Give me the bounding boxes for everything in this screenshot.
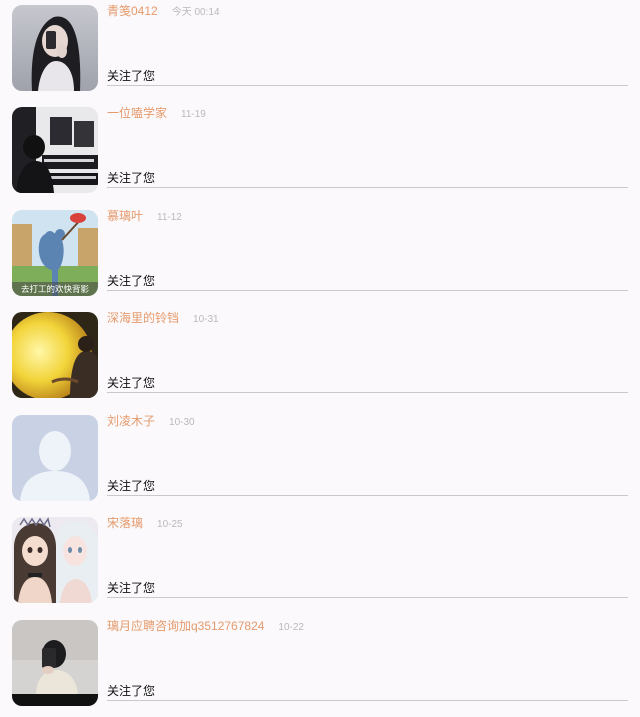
notification-item[interactable]: 宋落璃 10-25 关注了您 — [0, 512, 640, 614]
moon-illustration-icon[interactable] — [12, 312, 98, 398]
username-text[interactable]: 宋落璃 — [107, 516, 143, 530]
timestamp: 10-25 — [157, 519, 183, 530]
username[interactable]: 慕璃叶 11-12 — [107, 208, 182, 226]
music-studio-photo-icon[interactable] — [12, 107, 98, 193]
notification-item[interactable]: 一位嗑学家 11-19 关注了您 — [0, 102, 640, 204]
username-text[interactable]: 慕璃叶 — [107, 209, 143, 223]
divider — [107, 290, 628, 291]
cartoon-cat-icon[interactable]: 去打工的欢快背影 — [12, 210, 98, 296]
follow-action-text: 关注了您 — [107, 684, 156, 698]
username[interactable]: 宋落璃 10-25 — [107, 515, 183, 533]
notification-list: 青笺0412 今天 00:14 关注了您 一位嗑学家 11-19 关注了您 去打… — [0, 0, 640, 709]
notification-item[interactable]: 深海里的铃铛 10-31 关注了您 — [0, 307, 640, 409]
username[interactable]: 一位嗑学家 11-19 — [107, 105, 206, 123]
username[interactable]: 青笺0412 今天 00:14 — [107, 3, 220, 21]
selfie-photo-icon[interactable] — [12, 5, 98, 91]
notification-item[interactable]: 刘凌木子 10-30 关注了您 — [0, 410, 640, 512]
follow-action-text: 关注了您 — [107, 69, 156, 83]
notification-item[interactable]: 璃月应聘咨询加q3512767824 10-22 关注了您 — [0, 615, 640, 717]
mirror-selfie-icon[interactable] — [12, 620, 98, 706]
divider — [107, 85, 628, 86]
username[interactable]: 深海里的铃铛 10-31 — [107, 310, 219, 328]
divider — [107, 392, 628, 393]
follow-action-text: 关注了您 — [107, 274, 156, 288]
default-user-icon[interactable] — [12, 415, 98, 501]
timestamp: 今天 00:14 — [171, 7, 220, 18]
anime-girls-icon[interactable] — [12, 517, 98, 603]
divider — [107, 597, 628, 598]
follow-action-text: 关注了您 — [107, 479, 156, 493]
username-text[interactable]: 深海里的铃铛 — [107, 311, 179, 325]
notification-item[interactable]: 去打工的欢快背影 慕璃叶 11-12 关注了您 — [0, 205, 640, 307]
divider — [107, 700, 628, 701]
follow-action-text: 关注了您 — [107, 171, 156, 185]
username-text[interactable]: 一位嗑学家 — [107, 106, 167, 120]
timestamp: 10-22 — [278, 622, 304, 633]
timestamp: 10-31 — [193, 314, 219, 325]
follow-action-text: 关注了您 — [107, 581, 156, 595]
username[interactable]: 璃月应聘咨询加q3512767824 10-22 — [107, 618, 304, 636]
avatar-caption: 去打工的欢快背影 — [21, 284, 90, 295]
divider — [107, 495, 628, 496]
timestamp: 11-12 — [157, 212, 182, 223]
timestamp: 11-19 — [181, 109, 206, 120]
notification-item[interactable]: 青笺0412 今天 00:14 关注了您 — [0, 0, 640, 102]
username-text[interactable]: 璃月应聘咨询加q3512767824 — [107, 619, 264, 633]
username[interactable]: 刘凌木子 10-30 — [107, 413, 195, 431]
divider — [107, 187, 628, 188]
username-text[interactable]: 刘凌木子 — [107, 414, 155, 428]
username-text[interactable]: 青笺0412 — [107, 4, 158, 18]
follow-action-text: 关注了您 — [107, 376, 156, 390]
timestamp: 10-30 — [169, 417, 195, 428]
